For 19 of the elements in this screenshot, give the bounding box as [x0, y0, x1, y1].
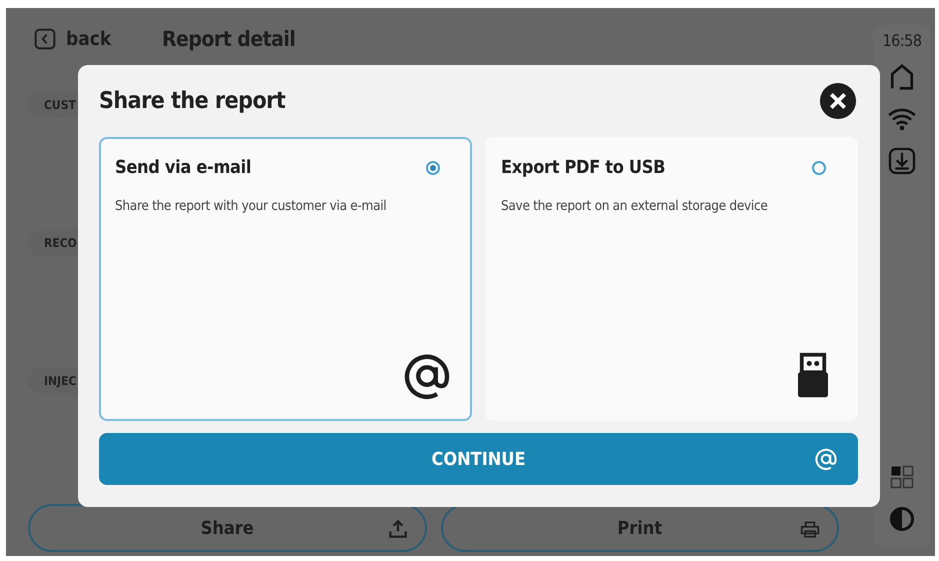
page-title: Report detail: [162, 27, 296, 51]
radio-button[interactable]: [812, 160, 826, 174]
close-button[interactable]: [819, 82, 857, 120]
upload-icon: [386, 518, 408, 540]
back-button[interactable]: back: [34, 28, 152, 50]
option-card[interactable]: Send via e-mail Share the report with your customer via e-mail: [99, 137, 472, 421]
continue-button[interactable]: CONTINUE: [99, 433, 858, 485]
option-description: Share the report with your customer via e-mail: [115, 198, 388, 214]
option-title: Send via e-mail: [115, 157, 252, 178]
dialog-title: Share the report: [99, 88, 286, 114]
at-sign-icon: [814, 447, 838, 471]
option-card[interactable]: Export PDF to USB Save the report on an external storage device: [485, 137, 858, 421]
option-title: Export PDF to USB: [501, 157, 666, 178]
download-icon[interactable]: [887, 146, 917, 176]
radio-button[interactable]: [426, 160, 440, 174]
contrast-icon[interactable]: [887, 504, 917, 534]
option-description: Save the report on an external storage device: [501, 198, 769, 214]
status-time: 16:58: [882, 31, 922, 50]
chevron-left-icon: [34, 28, 56, 50]
